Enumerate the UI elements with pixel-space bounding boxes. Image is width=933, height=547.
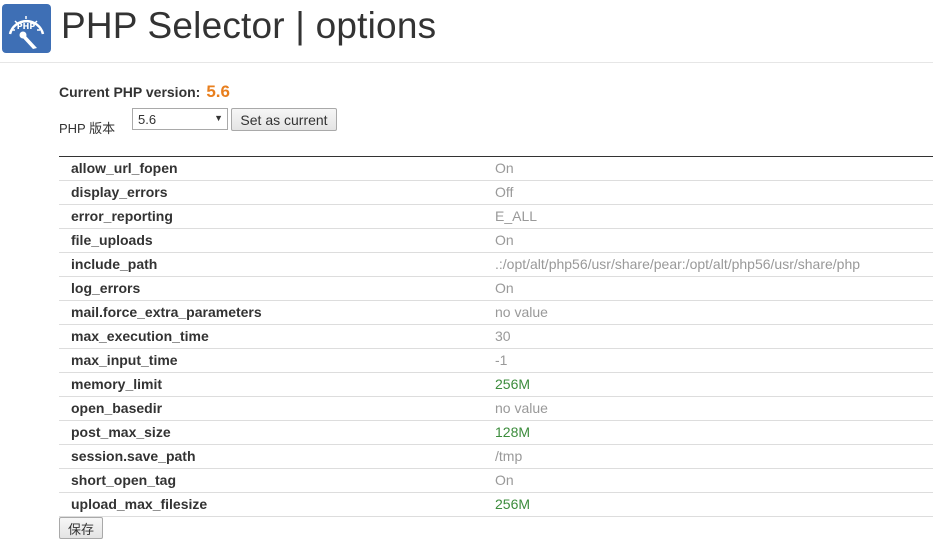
option-name: file_uploads: [71, 232, 153, 248]
option-name: mail.force_extra_parameters: [71, 304, 262, 320]
option-name: log_errors: [71, 280, 141, 296]
option-value[interactable]: 30: [495, 328, 511, 344]
page-title: PHP Selector | options: [61, 5, 437, 46]
current-version-row: Current PHP version: 5.6: [59, 82, 230, 102]
option-name: allow_url_fopen: [71, 160, 178, 176]
option-name: memory_limit: [71, 376, 163, 392]
option-row: mail.force_extra_parameters no value: [59, 301, 933, 325]
option-row: max_input_time -1: [59, 349, 933, 373]
option-value[interactable]: On: [495, 160, 514, 176]
php-version-select[interactable]: 5.6 ▼: [132, 108, 228, 130]
option-value[interactable]: no value: [495, 400, 548, 416]
php-selector-logo-icon: PHP: [2, 4, 51, 53]
option-name: error_reporting: [71, 208, 173, 224]
option-value[interactable]: 256M: [495, 496, 530, 512]
option-name: max_execution_time: [71, 328, 209, 344]
option-name: short_open_tag: [71, 472, 177, 488]
php-version-select-value: 5.6: [138, 112, 157, 127]
option-row: file_uploads On: [59, 229, 933, 253]
option-row: error_reporting E_ALL: [59, 205, 933, 229]
option-row: open_basedir no value: [59, 397, 933, 421]
option-value[interactable]: no value: [495, 304, 548, 320]
option-name: post_max_size: [71, 424, 171, 440]
option-name: upload_max_filesize: [71, 496, 208, 512]
option-row: allow_url_fopen On: [59, 157, 933, 181]
dropdown-arrow-icon: ▼: [214, 113, 223, 123]
option-row: include_path .:/opt/alt/php56/usr/share/p…: [59, 253, 933, 277]
option-row: upload_max_filesize 256M: [59, 493, 933, 517]
option-value[interactable]: -1: [495, 352, 507, 368]
option-value[interactable]: 128M: [495, 424, 530, 440]
option-value[interactable]: On: [495, 232, 514, 248]
current-version-label: Current PHP version:: [59, 84, 201, 100]
save-button[interactable]: 保存: [59, 517, 103, 539]
option-value[interactable]: .:/opt/alt/php56/usr/share/pear:/opt/alt…: [495, 256, 860, 272]
current-version-value: 5.6: [206, 82, 230, 101]
option-name: open_basedir: [71, 400, 163, 416]
php-version-label: PHP 版本: [59, 121, 116, 136]
option-value[interactable]: On: [495, 472, 514, 488]
option-row: short_open_tag On: [59, 469, 933, 493]
set-as-current-button[interactable]: Set as current: [231, 108, 337, 131]
option-value[interactable]: Off: [495, 184, 513, 200]
logo-text: PHP: [17, 22, 36, 31]
option-row: log_errors On: [59, 277, 933, 301]
option-row: post_max_size 128M: [59, 421, 933, 445]
option-name: display_errors: [71, 184, 168, 200]
option-name: max_input_time: [71, 352, 178, 368]
option-row: max_execution_time 30: [59, 325, 933, 349]
page-header: PHP PHP Selector | options: [0, 0, 933, 63]
option-value[interactable]: /tmp: [495, 448, 522, 464]
option-row: display_errors Off: [59, 181, 933, 205]
option-name: include_path: [71, 256, 158, 272]
option-row: session.save_path/tmp: [59, 445, 933, 469]
options-table: allow_url_fopen On display_errors Off error_…: [59, 156, 933, 517]
option-value[interactable]: 256M: [495, 376, 530, 392]
option-value[interactable]: E_ALL: [495, 208, 537, 224]
option-name: session.save_path: [71, 448, 196, 464]
option-value[interactable]: On: [495, 280, 514, 296]
option-row: memory_limit 256M: [59, 373, 933, 397]
